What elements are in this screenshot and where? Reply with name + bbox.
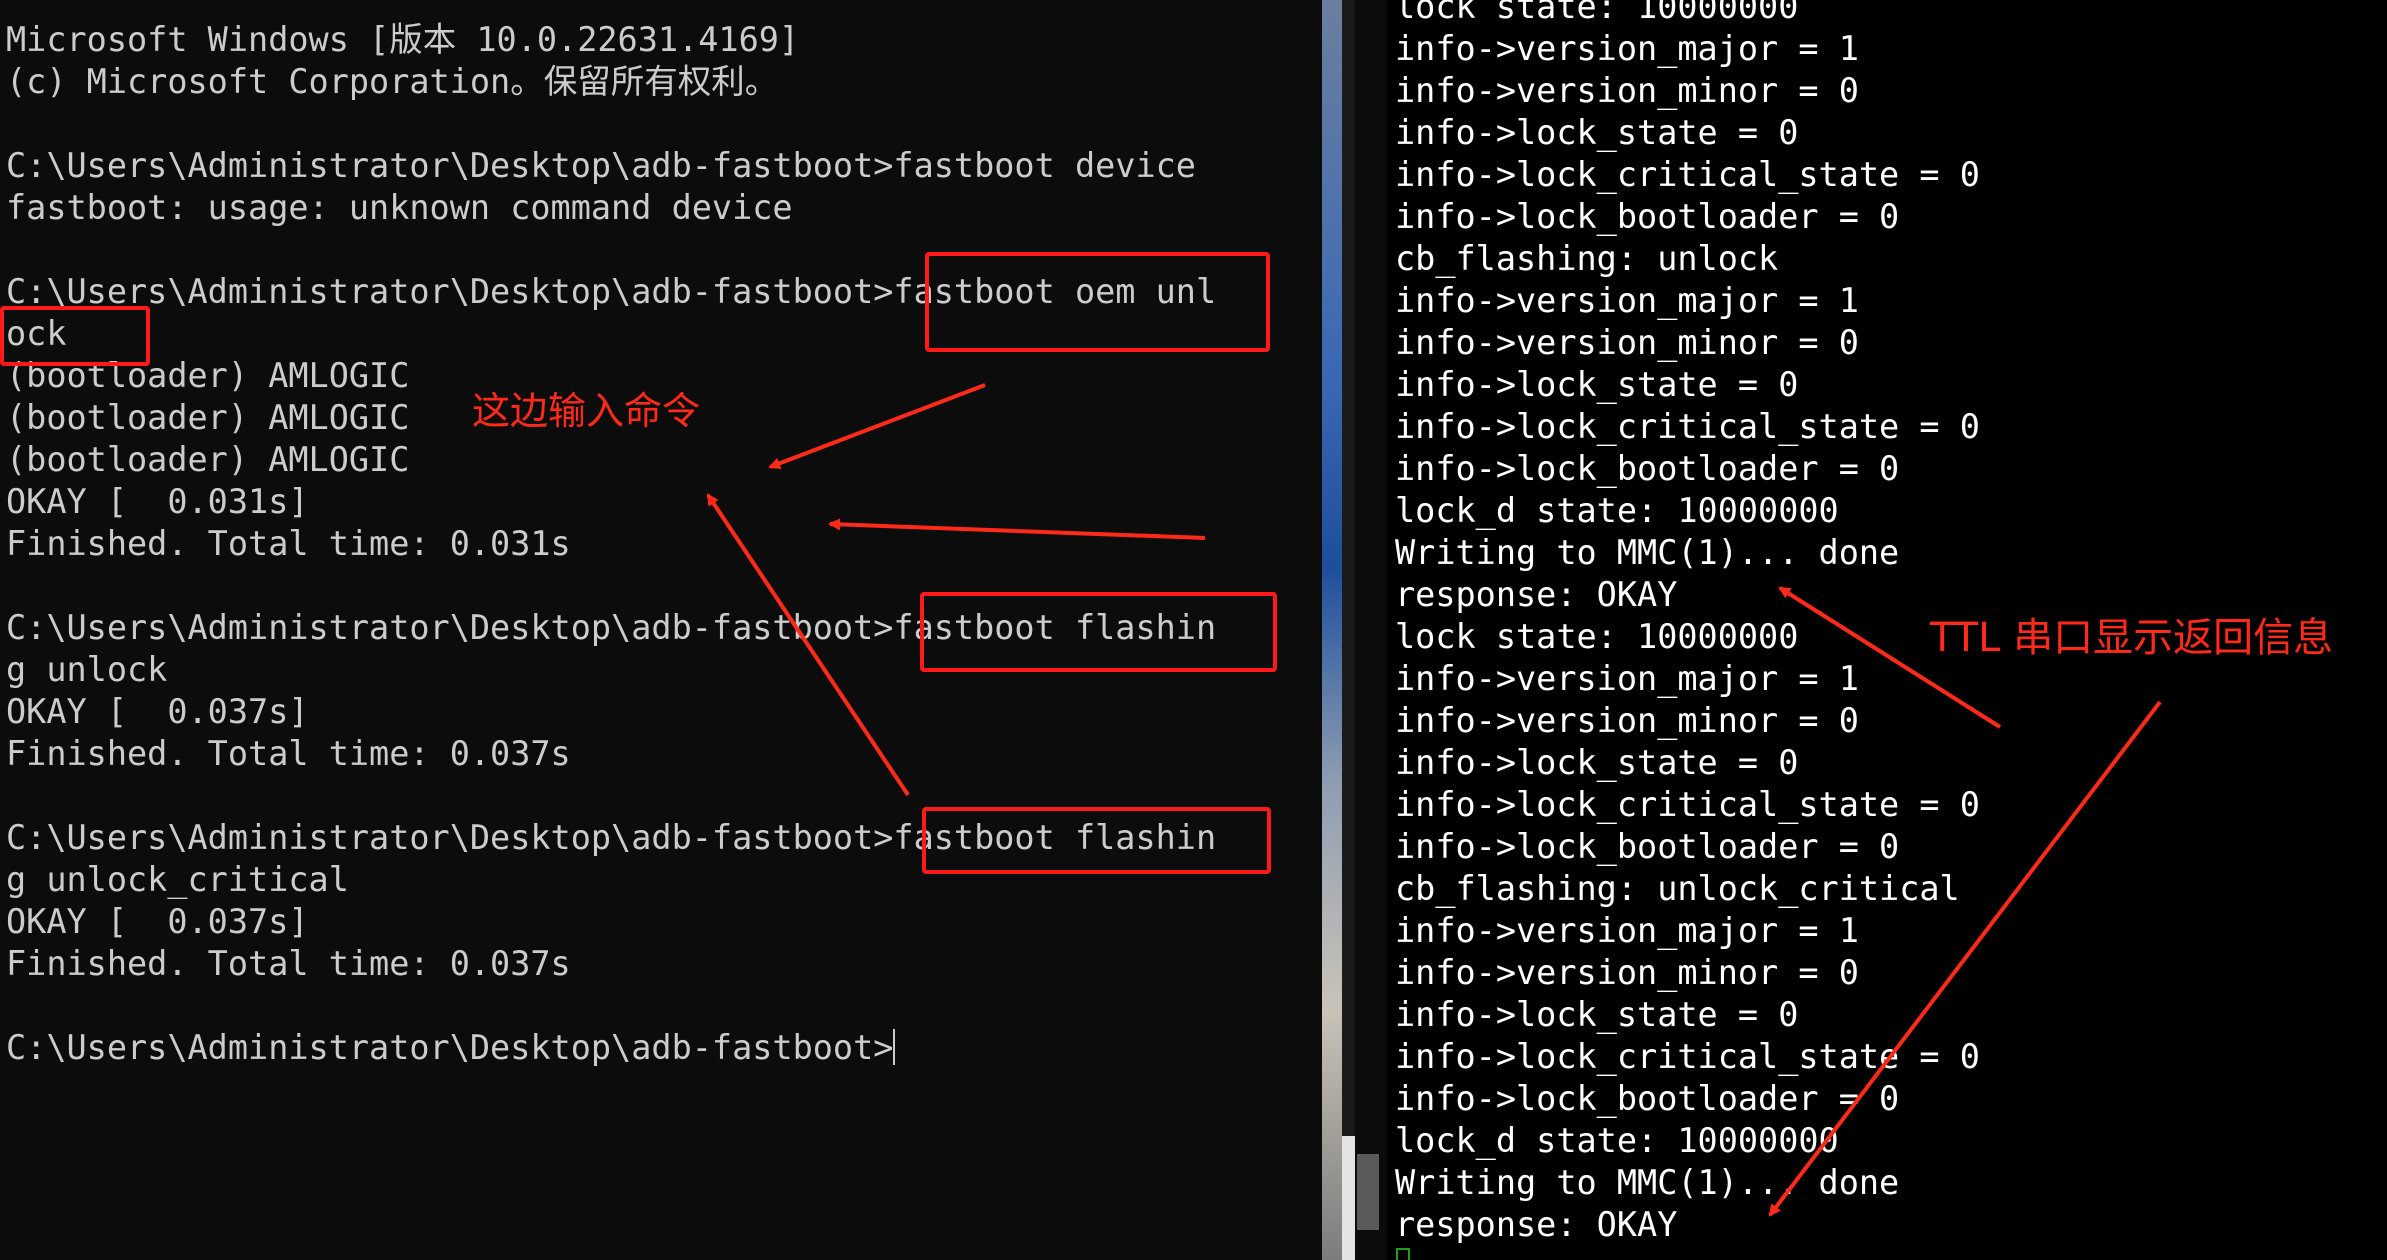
arrow-from-unlock-critical <box>706 493 910 797</box>
screenshot-root: Microsoft Windows [版本 10.0.22631.4169] (c… <box>0 0 2387 1260</box>
annotation-arrows <box>706 383 2162 1217</box>
arrow-to-response-okay <box>1778 586 2002 729</box>
arrow-to-bootloader-lines <box>768 383 986 470</box>
arrow-to-final-response <box>1768 700 2162 1217</box>
arrow-from-right-to-left <box>828 518 1206 540</box>
